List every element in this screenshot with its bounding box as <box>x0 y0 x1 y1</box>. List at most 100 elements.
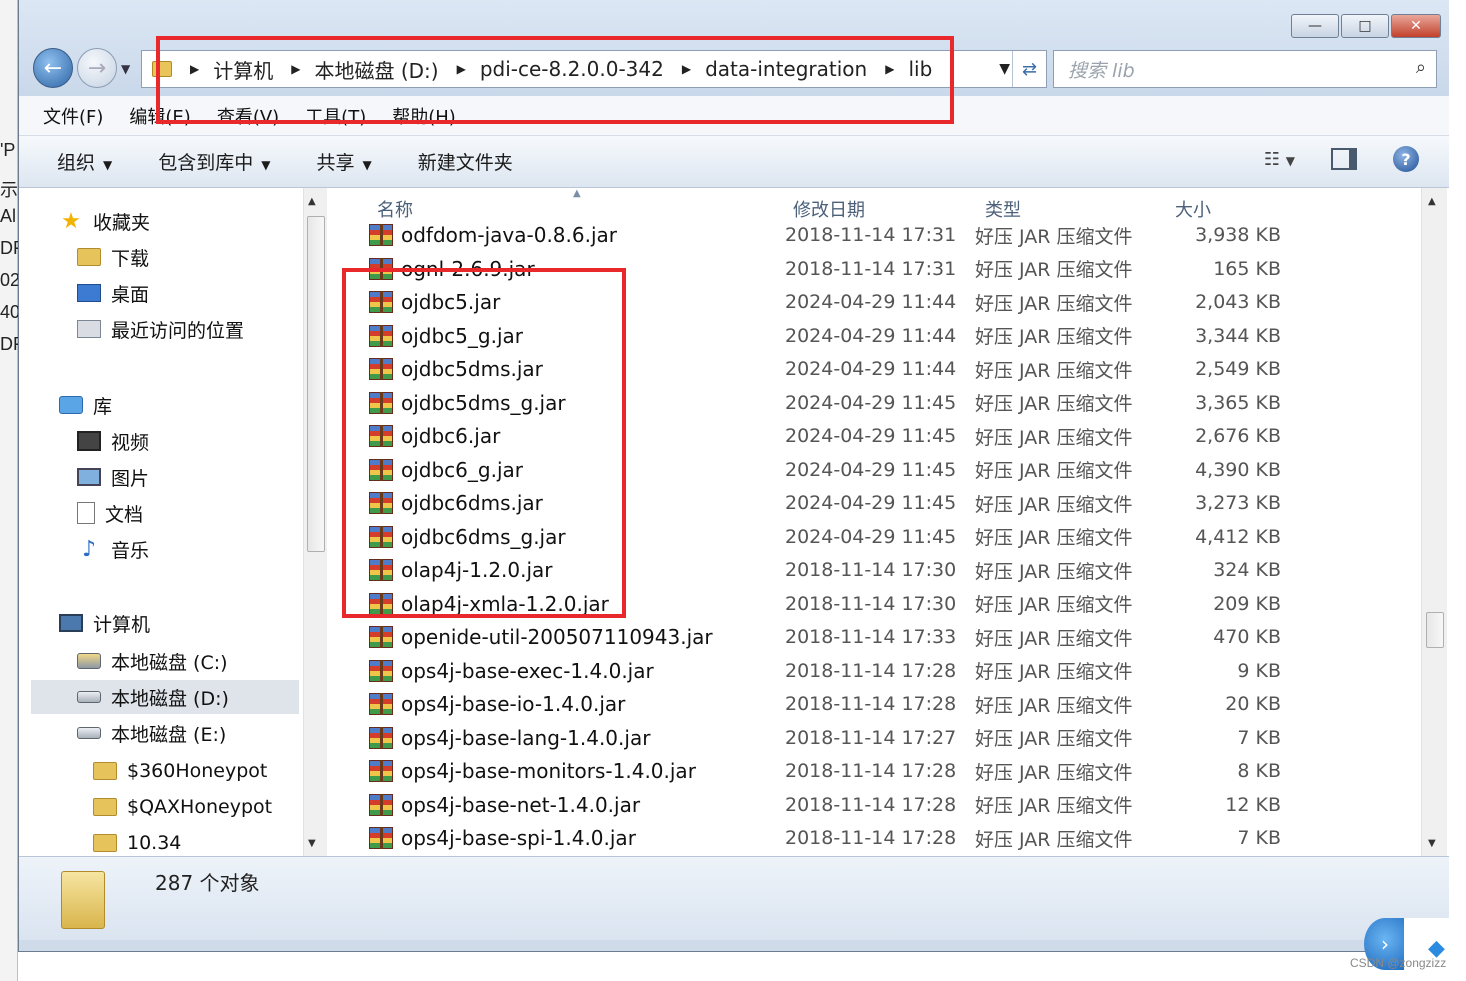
file-type: 好压 JAR 压缩文件 <box>975 493 1133 516</box>
address-highlight-box <box>156 36 954 124</box>
include-in-library-button[interactable]: 包含到库中 ▼ <box>158 148 270 175</box>
file-row[interactable]: ops4j-base-io-1.4.0.jar 2018-11-14 17:28 好… <box>329 687 1419 721</box>
nav-computer[interactable]: 计算机 <box>59 606 150 640</box>
file-date: 2024-04-29 11:44 <box>785 291 957 313</box>
minimize-button[interactable]: — <box>1291 14 1339 38</box>
nav-drive-d[interactable]: 本地磁盘 (D:) <box>31 680 299 714</box>
file-type: 好压 JAR 压缩文件 <box>975 359 1133 382</box>
jar-archive-icon <box>369 659 393 682</box>
preview-pane-icon[interactable] <box>1331 148 1357 170</box>
recent-places-icon <box>77 320 101 338</box>
file-list-scrollbar[interactable]: ▲ ▼ <box>1421 188 1447 856</box>
arrow-left-icon: ← <box>43 55 63 81</box>
search-placeholder: 搜索 lib <box>1068 59 1135 82</box>
file-date: 2018-11-14 17:28 <box>785 760 957 782</box>
search-icon[interactable]: ⌕ <box>1416 57 1426 78</box>
arrow-right-icon: → <box>87 55 107 81</box>
file-date: 2018-11-14 17:28 <box>785 659 957 682</box>
file-list-scroll-thumb[interactable] <box>1426 612 1444 648</box>
scroll-up-icon[interactable]: ▲ <box>1428 196 1436 207</box>
taskbar-fragment: › ◆ <box>1362 918 1466 981</box>
nav-label: 桌面 <box>111 283 150 306</box>
folder-icon <box>93 834 117 852</box>
back-button[interactable]: ← <box>33 48 73 88</box>
file-date: 2024-04-29 11:45 <box>785 391 957 414</box>
nav-label: 视频 <box>111 431 150 454</box>
file-type: 好压 JAR 压缩文件 <box>975 326 1133 348</box>
downloads-folder-icon <box>77 248 101 266</box>
nav-recent[interactable]: 最近访问的位置 <box>77 312 244 346</box>
file-date: 2024-04-29 11:44 <box>785 324 957 347</box>
file-type: 好压 JAR 压缩文件 <box>975 527 1133 549</box>
view-controls: ☷ ▼ ? <box>1264 146 1419 172</box>
file-row[interactable]: ops4j-base-spi-1.4.0.jar 2018-11-14 17:28… <box>329 821 1419 855</box>
file-size: 2,676 KB <box>1195 425 1281 447</box>
nav-drive-e[interactable]: 本地磁盘 (E:) <box>77 716 226 750</box>
file-row[interactable]: ops4j-base-net-1.4.0.jar 2018-11-14 17:28… <box>329 788 1419 822</box>
file-type: 好压 JAR 压缩文件 <box>975 694 1133 717</box>
chevron-down-icon: ▼ <box>103 158 113 172</box>
file-size: 3,365 KB <box>1195 391 1281 414</box>
drive-icon <box>77 727 101 739</box>
nav-downloads[interactable]: 下载 <box>77 240 149 274</box>
nav-pictures[interactable]: 图片 <box>77 460 149 494</box>
change-view-button[interactable]: ☷ ▼ <box>1264 149 1295 170</box>
nav-videos[interactable]: 视频 <box>77 424 149 458</box>
nav-documents[interactable]: 文档 <box>77 496 143 530</box>
file-size: 7 KB <box>1237 726 1281 749</box>
file-type: 好压 JAR 压缩文件 <box>975 460 1133 482</box>
nav-label: 本地磁盘 (E:) <box>111 723 227 746</box>
nav-folder-1034[interactable]: 10.34 <box>93 826 181 856</box>
file-size: 9 KB <box>1237 659 1281 682</box>
address-dropdown-icon[interactable]: ▼ <box>999 61 1010 77</box>
new-folder-button[interactable]: 新建文件夹 <box>418 148 513 175</box>
nav-desktop[interactable]: 桌面 <box>77 276 149 310</box>
file-date: 2018-11-14 17:27 <box>785 726 957 749</box>
maximize-button[interactable]: □ <box>1341 14 1389 38</box>
file-name: ops4j-base-io-1.4.0.jar <box>401 692 626 716</box>
nav-favorites[interactable]: ★ 收藏夹 <box>59 204 150 238</box>
forward-button[interactable]: → <box>77 48 117 88</box>
refresh-button[interactable]: ⇄ <box>1012 51 1046 87</box>
nav-scroll-thumb[interactable] <box>307 216 325 552</box>
jar-archive-icon <box>369 793 393 816</box>
nav-folder-qaxhoneypot[interactable]: $QAXHoneypot <box>93 790 272 824</box>
navigation-pane: ★ 收藏夹 下载 桌面 最近访问的位置 库 视频 图片 文档 ♪ 音乐 计算机 本地… <box>29 188 299 856</box>
recent-pages-dropdown[interactable]: ▼ <box>121 62 130 76</box>
chevron-down-icon: ▼ <box>362 158 372 172</box>
file-row[interactable]: ops4j-base-exec-1.4.0.jar 2018-11-14 17:2… <box>329 654 1419 688</box>
file-type: 好压 JAR 压缩文件 <box>975 259 1133 281</box>
file-row[interactable]: ops4j-base-monitors-1.4.0.jar 2018-11-14 … <box>329 754 1419 788</box>
file-type: 好压 JAR 压缩文件 <box>975 828 1133 851</box>
nav-music[interactable]: ♪ 音乐 <box>77 532 149 566</box>
nav-label: 文档 <box>105 503 144 526</box>
search-input[interactable]: 搜索 lib ⌕ <box>1053 50 1437 88</box>
organize-button[interactable]: 组织 ▼ <box>57 148 112 175</box>
desktop-icon <box>77 284 101 302</box>
file-type: 好压 JAR 压缩文件 <box>975 761 1133 784</box>
nav-scrollbar[interactable]: ▲ ▼ <box>303 188 327 856</box>
folder-icon <box>93 798 117 816</box>
help-icon[interactable]: ? <box>1393 146 1419 172</box>
file-size: 3,273 KB <box>1195 492 1281 514</box>
file-row[interactable]: ops4j-base-lang-1.4.0.jar 2018-11-14 17:2… <box>329 721 1419 755</box>
nav-libraries[interactable]: 库 <box>59 388 112 422</box>
scroll-up-icon[interactable]: ▲ <box>308 196 316 207</box>
file-row[interactable]: openide-util-200507110943.jar 2018-11-14 … <box>329 620 1419 654</box>
file-date: 2024-04-29 11:45 <box>785 458 957 481</box>
file-type: 好压 JAR 压缩文件 <box>975 292 1133 315</box>
nav-drive-c[interactable]: 本地磁盘 (C:) <box>77 644 228 678</box>
bg-glyph: 'P <box>0 140 16 160</box>
file-row[interactable]: odfdom-java-0.8.6.jar 2018-11-14 17:31 好压 … <box>329 218 1419 252</box>
close-button[interactable]: ✕ <box>1391 14 1441 38</box>
file-type: 好压 JAR 压缩文件 <box>975 661 1133 683</box>
nav-folder-360honeypot[interactable]: $360Honeypot <box>93 754 267 788</box>
scroll-down-icon[interactable]: ▼ <box>1428 838 1436 849</box>
file-type: 好压 JAR 压缩文件 <box>975 225 1133 248</box>
menu-file[interactable]: 文件(F) <box>43 103 103 129</box>
window-controls: — □ ✕ <box>1291 14 1441 38</box>
file-date: 2018-11-14 17:30 <box>785 592 957 615</box>
scroll-down-icon[interactable]: ▼ <box>308 838 316 849</box>
star-icon: ★ <box>61 208 81 234</box>
share-button[interactable]: 共享 ▼ <box>317 148 372 175</box>
